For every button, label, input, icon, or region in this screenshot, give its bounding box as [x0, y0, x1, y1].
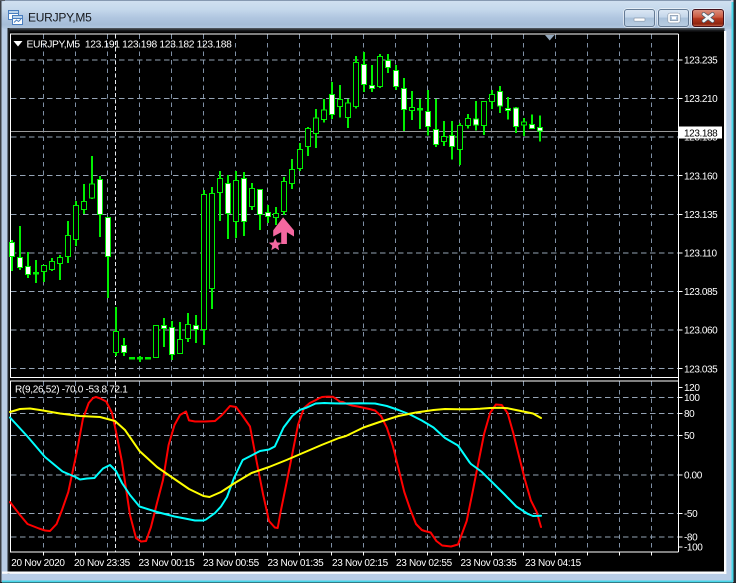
- svg-text:20 Nov 2020: 20 Nov 2020: [11, 558, 65, 569]
- svg-text:-100: -100: [684, 542, 703, 553]
- svg-text:23 Nov 04:15: 23 Nov 04:15: [525, 558, 582, 569]
- svg-text:-50: -50: [684, 509, 698, 520]
- svg-text:80: 80: [684, 409, 695, 420]
- svg-text:0.00: 0.00: [684, 470, 703, 481]
- svg-text:23 Nov 01:35: 23 Nov 01:35: [268, 558, 325, 569]
- svg-text:123.135: 123.135: [684, 210, 718, 221]
- svg-text:100: 100: [684, 393, 700, 404]
- svg-text:123.085: 123.085: [684, 287, 718, 298]
- svg-text:23 Nov 03:35: 23 Nov 03:35: [461, 558, 518, 569]
- svg-text:23 Nov 02:15: 23 Nov 02:15: [332, 558, 389, 569]
- svg-text:23 Nov 00:55: 23 Nov 00:55: [203, 558, 260, 569]
- svg-text:50: 50: [684, 431, 695, 442]
- svg-text:123.160: 123.160: [684, 171, 718, 182]
- svg-text:EURJPY,M5 123.191 123.198 123: EURJPY,M5 123.191 123.198 123.182 123.18…: [27, 40, 233, 51]
- svg-text:20 Nov 23:35: 20 Nov 23:35: [74, 558, 131, 569]
- svg-text:123.035: 123.035: [684, 364, 718, 375]
- svg-text:123.060: 123.060: [684, 326, 718, 337]
- svg-text:123.210: 123.210: [684, 94, 718, 105]
- svg-text:23 Nov 02:55: 23 Nov 02:55: [396, 558, 453, 569]
- svg-text:123.110: 123.110: [684, 249, 717, 260]
- svg-text:EURJPY,M5: EURJPY,M5: [28, 11, 92, 25]
- svg-text:R(9,26,52) -70.0 -53.8 72.1: R(9,26,52) -70.0 -53.8 72.1: [15, 385, 128, 396]
- svg-text:23 Nov 00:15: 23 Nov 00:15: [139, 558, 196, 569]
- svg-text:123.235: 123.235: [684, 55, 718, 66]
- svg-text:123.188: 123.188: [684, 128, 718, 139]
